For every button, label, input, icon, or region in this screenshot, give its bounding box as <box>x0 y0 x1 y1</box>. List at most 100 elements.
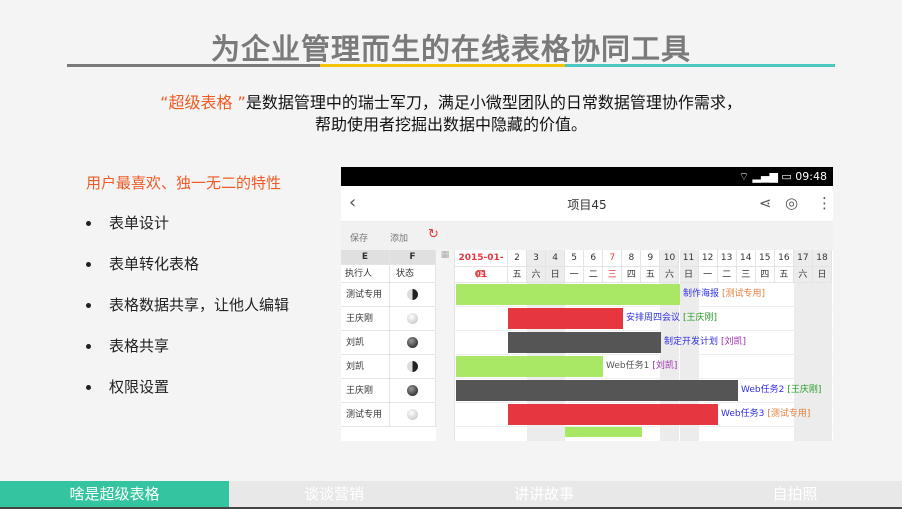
intro-text: “超级表格 ”是数据管理中的瑞士军刀，满足小微型团队的日常数据管理协作需求， 帮… <box>0 92 902 136</box>
features-heading: 用户最喜欢、独一无二的特性 <box>86 174 282 192</box>
weekday-header: 四 <box>455 267 508 283</box>
status-cell <box>390 403 436 427</box>
gantt-bar[interactable] <box>508 332 661 353</box>
intro-highlight: “超级表格 ” <box>160 93 246 112</box>
gantt-bar-label: 制定开发计划 [刘凯] <box>664 332 746 353</box>
day-header: 12 <box>698 250 718 267</box>
day-header: 2 <box>508 250 527 267</box>
day-header: 5 <box>565 250 585 267</box>
task-name: Web任务2 <box>741 385 785 395</box>
status-indicator-icon <box>407 409 418 420</box>
gantt-bar <box>565 427 642 437</box>
page-title: 为企业管理而生的在线表格协同工具 <box>210 32 691 66</box>
row-divider <box>455 378 833 379</box>
row-divider <box>455 402 833 403</box>
day-header: 14 <box>736 250 756 267</box>
weekday-header: 一 <box>698 267 718 283</box>
task-name: Web任务3 <box>721 409 765 419</box>
broadcast-icon[interactable]: ◎ <box>785 194 798 212</box>
day-header: 16 <box>774 250 794 267</box>
day-header: 18 <box>812 250 832 267</box>
feature-item: 权限设置 <box>86 376 169 397</box>
column-header-status: 状态 <box>390 265 436 283</box>
tab-marketing[interactable]: 谈谈营销 <box>229 481 439 507</box>
day-header: 3 <box>527 250 547 267</box>
weekday-header: 三 <box>736 267 756 283</box>
toolbar: 保存 添加 ↻ <box>341 222 833 250</box>
weekday-header: 四 <box>622 267 642 283</box>
more-icon[interactable]: ⋮ <box>817 194 832 212</box>
tab-what-is[interactable]: 啥是超级表格 <box>0 481 229 507</box>
phone-screenshot: ⌔ ▂▄▆ ▭ 09:48 ‹ 项目45 ⋖ ◎ ⋮ 保存 添加 ↻ E F 执行人… <box>341 167 833 441</box>
task-name: Web任务1 <box>606 361 650 371</box>
day-header: 11 <box>679 250 699 267</box>
weekday-header: 五 <box>774 267 794 283</box>
status-indicator-icon <box>407 385 418 396</box>
day-header: 6 <box>584 250 604 267</box>
weekday-header: 四 <box>755 267 775 283</box>
feature-item: 表格数据共享，让他人编辑 <box>86 294 289 315</box>
intro-line1: 是数据管理中的瑞士军刀，满足小微型团队的日常数据管理协作需求， <box>245 93 742 112</box>
row-divider <box>455 330 833 331</box>
day-header: 7 <box>603 250 623 267</box>
gantt-bar[interactable] <box>456 356 603 377</box>
save-button[interactable]: 保存 <box>350 231 368 244</box>
status-indicator-icon <box>407 361 418 372</box>
status-indicator-icon <box>407 289 418 300</box>
feature-item: 表单设计 <box>86 212 169 233</box>
tab-selfie[interactable]: 自拍照 <box>700 481 890 507</box>
task-name: 制定开发计划 <box>664 337 719 347</box>
intro-line2: 帮助使用者挖掘出数据中隐藏的价值。 <box>314 115 587 134</box>
gantt-bar[interactable] <box>456 284 680 305</box>
task-owner: [测试专用] <box>767 409 811 419</box>
gantt-bar[interactable] <box>508 404 718 425</box>
column-letter: E <box>341 250 390 265</box>
gantt-bar-label: Web任务3 [测试专用] <box>721 404 810 425</box>
assignee-cell: 测试专用 <box>341 403 390 427</box>
gantt-grid: E F 执行人 状态 ▦ 2015-01-01 2 3 4 5 6 7 8 9 10 11 12 13 14 15 16… <box>341 250 833 441</box>
weekday-header: 一 <box>565 267 585 283</box>
date-header: 2015-01-01 <box>455 250 508 280</box>
weekday-header: 日 <box>679 267 699 283</box>
row-divider <box>455 426 833 427</box>
weekday-header: 日 <box>546 267 566 283</box>
weekday-header: 五 <box>508 267 527 283</box>
row-divider <box>455 354 833 355</box>
gantt-bar[interactable] <box>456 380 738 401</box>
tab-stories[interactable]: 讲讲故事 <box>439 481 649 507</box>
weekday-header: 三 <box>603 267 623 283</box>
task-owner: [刘凯] <box>652 361 678 371</box>
day-header: 13 <box>717 250 737 267</box>
status-time: 09:48 <box>795 170 827 183</box>
weekday-header: 二 <box>717 267 737 283</box>
weekday-header: 二 <box>584 267 604 283</box>
assignee-cell: 王庆刚 <box>341 307 390 331</box>
row-divider <box>455 306 833 307</box>
day-header: 8 <box>622 250 642 267</box>
grid-view-icon: ▦ <box>436 250 455 441</box>
feature-item: 表单转化表格 <box>86 253 199 274</box>
bottom-nav: 啥是超级表格 谈谈营销 讲讲故事 自拍照 <box>0 481 902 509</box>
assignee-cell: 王庆刚 <box>341 379 390 403</box>
title-underline-teal <box>565 64 835 67</box>
status-bar: ⌔ ▂▄▆ ▭ 09:48 <box>341 167 833 186</box>
title-underline-yellow <box>320 64 565 67</box>
status-indicator-icon <box>407 313 418 324</box>
task-owner: [王庆刚] <box>787 385 822 395</box>
title-underline-gray <box>67 64 320 67</box>
task-owner: [刘凯] <box>721 337 747 347</box>
day-header: 9 <box>641 250 661 267</box>
weekday-header: 日 <box>812 267 832 283</box>
refresh-icon[interactable]: ↻ <box>428 227 439 242</box>
share-icon[interactable]: ⋖ <box>759 194 772 212</box>
gantt-bar[interactable] <box>508 308 623 329</box>
column-header-assignee: 执行人 <box>341 265 390 283</box>
assignee-cell: 刘凯 <box>341 331 390 355</box>
day-header: 15 <box>755 250 775 267</box>
day-header: 4 <box>546 250 566 267</box>
status-cell <box>390 283 436 307</box>
column-letter: F <box>390 250 436 265</box>
add-button[interactable]: 添加 <box>390 231 408 244</box>
status-cell <box>390 379 436 403</box>
status-cell <box>390 355 436 379</box>
